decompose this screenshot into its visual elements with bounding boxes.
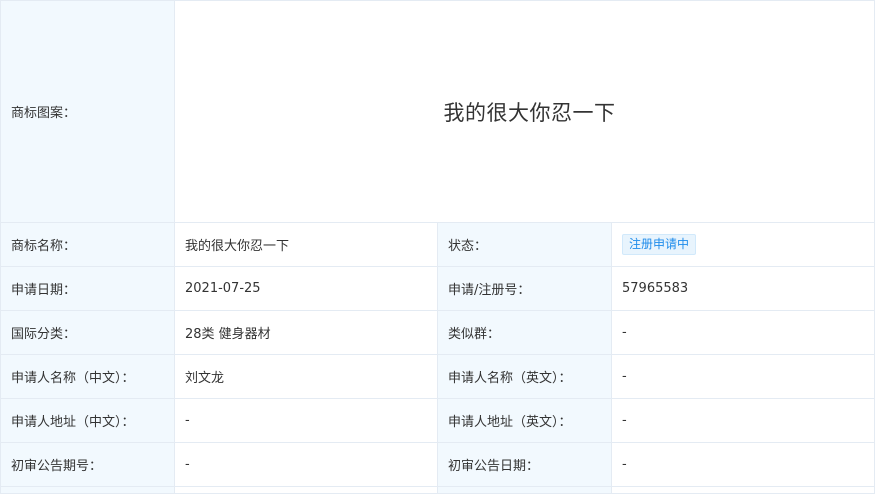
cut-off-cell xyxy=(611,486,875,494)
cut-off-cell xyxy=(174,486,438,494)
application-date-label: 申请日期： xyxy=(0,266,175,311)
preliminary-notice-date-value: - xyxy=(611,442,875,487)
table-row: 国际分类： 28类 健身器材 类似群： - xyxy=(0,310,875,355)
trademark-name-label: 商标名称： xyxy=(0,222,175,267)
applicant-name-cn-value: 刘文龙 xyxy=(174,354,438,399)
cut-off-cell xyxy=(437,486,612,494)
similar-group-label: 类似群： xyxy=(437,310,612,355)
table-row: 申请人地址（中文）： - 申请人地址（英文）： - xyxy=(0,398,875,443)
similar-group-value: - xyxy=(611,310,875,355)
table-row xyxy=(0,486,875,494)
status-badge: 注册申请中 xyxy=(622,234,697,255)
applicant-address-cn-label: 申请人地址（中文）： xyxy=(0,398,175,443)
preliminary-notice-date-label: 初审公告日期： xyxy=(437,442,612,487)
table-row: 申请日期： 2021-07-25 申请/注册号： 57965583 xyxy=(0,266,875,311)
international-class-value: 28类 健身器材 xyxy=(174,310,438,355)
registration-number-value: 57965583 xyxy=(611,266,875,311)
applicant-name-en-label: 申请人名称（英文）： xyxy=(437,354,612,399)
applicant-name-en-value: - xyxy=(611,354,875,399)
cut-off-cell xyxy=(0,486,175,494)
status-label: 状态： xyxy=(437,222,612,267)
table-row: 初审公告期号： - 初审公告日期： - xyxy=(0,442,875,487)
applicant-address-en-value: - xyxy=(611,398,875,443)
table-row: 商标名称： 我的很大你忍一下 状态： 注册申请中 xyxy=(0,222,875,267)
status-cell: 注册申请中 xyxy=(611,222,875,267)
table-row: 申请人名称（中文）： 刘文龙 申请人名称（英文）： - xyxy=(0,354,875,399)
trademark-name-value: 我的很大你忍一下 xyxy=(174,222,438,267)
trademark-logo-row: 商标图案： 我的很大你忍一下 xyxy=(0,0,875,223)
applicant-address-en-label: 申请人地址（英文）： xyxy=(437,398,612,443)
applicant-name-cn-label: 申请人名称（中文）： xyxy=(0,354,175,399)
trademark-logo-image: 我的很大你忍一下 xyxy=(443,100,616,125)
trademark-logo-label: 商标图案： xyxy=(0,0,175,223)
preliminary-notice-number-value: - xyxy=(174,442,438,487)
registration-number-label: 申请/注册号： xyxy=(437,266,612,311)
preliminary-notice-number-label: 初审公告期号： xyxy=(0,442,175,487)
application-date-value: 2021-07-25 xyxy=(174,266,438,311)
trademark-info-table: 商标图案： 我的很大你忍一下 商标名称： 我的很大你忍一下 状态： 注册申请中 … xyxy=(0,0,875,494)
applicant-address-cn-value: - xyxy=(174,398,438,443)
international-class-label: 国际分类： xyxy=(0,310,175,355)
trademark-logo-cell: 我的很大你忍一下 xyxy=(174,0,875,223)
